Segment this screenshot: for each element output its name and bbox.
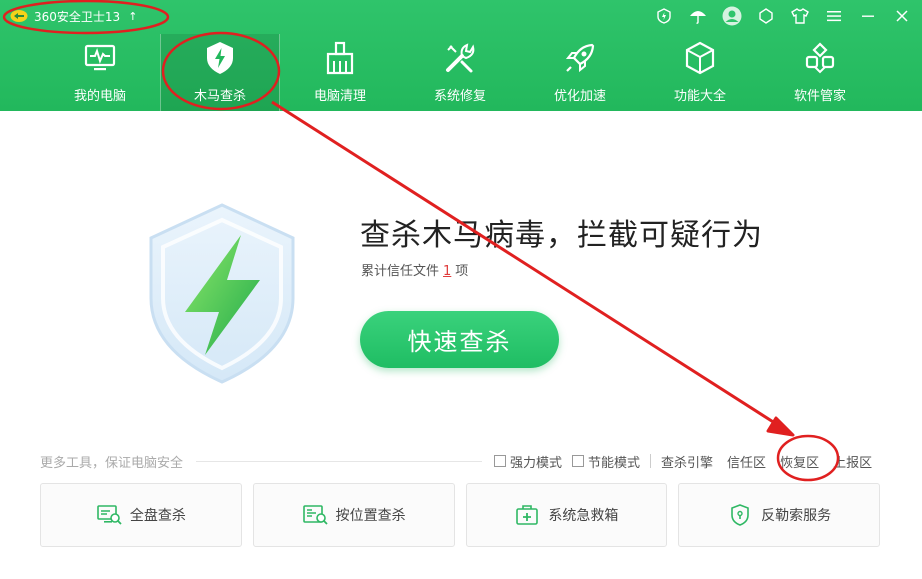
anti-ransomware-button[interactable]: 反勒索服务 [678,483,880,547]
hero-title: 查杀木马病毒，拦截可疑行为 [360,218,763,253]
nav-label: 软件管家 [793,89,846,104]
nav-label: 电脑清理 [313,89,366,104]
full-scan-icon [97,505,122,525]
nav-item-trojan-scan[interactable]: 木马查杀 [160,34,280,111]
strong-mode-label: 强力模式 [510,455,563,471]
shield-icon[interactable] [654,6,674,26]
power-save-option[interactable]: 节能模式 [572,452,640,471]
header-bar: 360安全卫士13 ↑ 我的电脑 木马查杀 电脑清理 系统修复 优化加速 功能大… [0,0,922,111]
restore-zone-link[interactable]: 恢复区 [780,452,819,471]
report-zone-link[interactable]: 上报区 [833,452,872,471]
skin-icon[interactable] [756,6,776,26]
strong-mode-option[interactable]: 强力模式 [494,452,562,471]
quick-scan-button[interactable]: 快速查杀 [360,311,559,368]
full-scan-label: 全盘查杀 [129,508,186,524]
nav-item-features[interactable]: 功能大全 [640,34,760,111]
trust-zone-link[interactable]: 信任区 [727,452,766,471]
nav-item-speedup[interactable]: 优化加速 [520,34,640,111]
divider [196,461,482,462]
lightning-shield-icon [207,42,233,74]
trust-files-summary: 累计信任文件 1 项 [361,260,468,279]
shirt-icon[interactable] [790,6,810,26]
broom-icon [326,41,354,75]
app-title-text: 360安全卫士13 [34,9,121,24]
window-controls [654,4,912,28]
menu-icon[interactable] [824,6,844,26]
ransomware-shield-icon [731,504,749,526]
first-aid-icon [516,505,539,525]
anti-ransomware-label: 反勒索服务 [761,508,832,524]
full-scan-button[interactable]: 全盘查杀 [40,483,242,547]
nav-label: 系统修复 [433,89,486,104]
divider [650,454,652,468]
rocket-icon [565,43,595,73]
first-aid-button[interactable]: 系统急救箱 [465,483,668,547]
wrench-icon [446,43,475,73]
lightning-shield-icon [149,203,295,384]
apps-icon [805,42,835,74]
nav-item-software[interactable]: 软件管家 [760,34,880,111]
power-save-checkbox[interactable] [572,455,585,467]
trust-suffix: 项 [455,264,469,279]
cube-icon [685,41,715,75]
power-save-label: 节能模式 [588,455,641,471]
annotation-arrow-line [271,100,779,427]
umbrella-icon[interactable] [688,6,708,26]
close-icon[interactable] [892,6,912,26]
strong-mode-checkbox[interactable] [494,455,506,467]
main-nav: 我的电脑 木马查杀 电脑清理 系统修复 优化加速 功能大全 软件管家 [40,34,880,111]
tool-cards: 全盘查杀 按位置查杀 系统急救箱 反勒索服务 [40,483,880,547]
annotation-arrowhead [766,416,795,437]
nav-item-cleanup[interactable]: 电脑清理 [280,34,400,111]
avatar-icon[interactable] [722,6,742,26]
nav-item-my-computer[interactable]: 我的电脑 [40,34,160,111]
nav-label: 优化加速 [553,89,606,104]
hero-shield-graphic [145,200,300,385]
nav-label: 木马查杀 [193,89,246,104]
trust-prefix: 累计信任文件 [361,264,440,279]
more-tools-caption: 更多工具，保证电脑安全 [40,456,184,471]
minimize-icon[interactable] [858,6,878,26]
update-arrow-icon[interactable]: ↑ [128,10,137,23]
nav-label: 功能大全 [673,89,726,104]
nav-item-repair[interactable]: 系统修复 [400,34,520,111]
app-title: 360安全卫士13 ↑ [10,6,137,26]
first-aid-label: 系统急救箱 [548,508,619,524]
monitor-icon [84,44,116,71]
location-scan-icon [302,505,328,525]
location-scan-label: 按位置查杀 [335,508,406,524]
logo-icon [10,10,28,22]
scan-options-bar: 强力模式 节能模式 查杀引擎 信任区 恢复区 上报区 [494,452,872,471]
location-scan-button[interactable]: 按位置查杀 [252,483,455,547]
trust-count-link[interactable]: 1 [443,264,451,279]
nav-label: 我的电脑 [73,89,126,104]
scan-engine-link[interactable]: 查杀引擎 [661,452,713,471]
